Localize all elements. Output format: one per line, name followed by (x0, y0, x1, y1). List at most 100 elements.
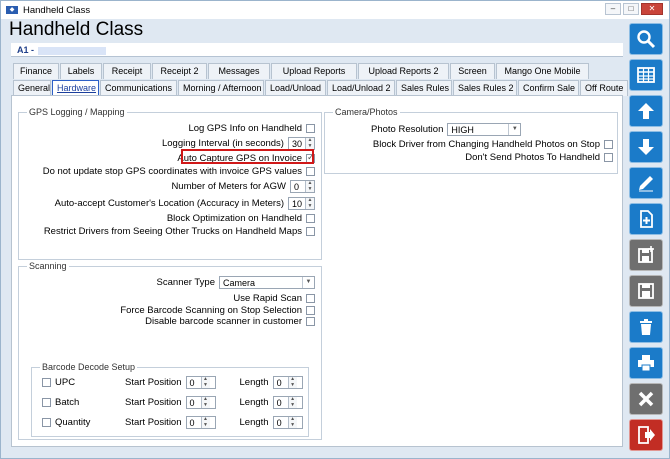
grid-view-button[interactable] (629, 59, 663, 91)
app-window: ◆ Handheld Class – □ ✕ Handheld Class A1… (0, 0, 670, 459)
length-label: Length (239, 377, 269, 388)
scanner-type-row: Scanner Type Camera ▼ (157, 276, 315, 289)
restrict-drivers-row: Restrict Drivers from Seeing Other Truck… (44, 226, 315, 237)
spinner-arrows-icon[interactable]: ▲ ▼ (305, 197, 314, 209)
dont-send-checkbox[interactable] (604, 153, 613, 162)
length-label: Length (239, 397, 269, 408)
spinner-arrows-icon[interactable]: ▲ ▼ (200, 396, 210, 408)
edit-button[interactable] (629, 167, 663, 199)
tab-communications[interactable]: Communications (100, 80, 177, 96)
batch-checkbox[interactable] (42, 398, 51, 407)
scanner-type-select[interactable]: Camera ▼ (219, 276, 315, 289)
minimize-button[interactable]: – (605, 3, 621, 15)
tab-morning-afternoon[interactable]: Morning / Afternoon (178, 80, 264, 96)
restrict-drivers-checkbox[interactable] (306, 227, 315, 236)
tab-load-unload-2[interactable]: Load/Unload 2 (327, 80, 395, 96)
tab-receipt[interactable]: Receipt (103, 63, 151, 79)
block-driver-checkbox[interactable] (604, 140, 613, 149)
tab-mango-one-mobile[interactable]: Mango One Mobile (496, 63, 589, 79)
grid-icon (637, 67, 655, 83)
barcode-row-upc: UPC Start Position 0 ▲ ▼ Length 0 ▲ ▼ (42, 376, 303, 389)
disable-scanner-checkbox[interactable] (306, 317, 315, 326)
gps-group: GPS Logging / Mapping Log GPS Info on Ha… (18, 107, 322, 260)
upc-checkbox[interactable] (42, 378, 51, 387)
tab-messages[interactable]: Messages (208, 63, 270, 79)
tab-load-unload[interactable]: Load/Unload (265, 80, 326, 96)
highlight-annotation (181, 149, 314, 164)
arrow-up-icon (638, 103, 654, 119)
meters-agw-value: 0 (294, 181, 300, 192)
scanner-type-value: Camera (223, 277, 256, 288)
close-window-button[interactable]: ✕ (641, 3, 663, 15)
rapid-scan-row: Use Rapid Scan (233, 293, 315, 304)
tab-finance[interactable]: Finance (13, 63, 59, 79)
quantity-checkbox[interactable] (42, 418, 51, 427)
spinner-arrows-icon[interactable]: ▲ ▼ (305, 137, 314, 149)
pencil-icon (639, 176, 653, 192)
trash-icon (640, 319, 652, 335)
photo-resolution-label: Photo Resolution (371, 124, 444, 135)
spinner-arrows-icon[interactable]: ▲ ▼ (305, 180, 314, 192)
log-gps-checkbox[interactable] (306, 124, 315, 133)
spinner-arrows-icon[interactable]: ▲ ▼ (287, 396, 297, 408)
chevron-down-icon[interactable]: ▼ (508, 124, 520, 135)
rapid-scan-checkbox[interactable] (306, 294, 315, 303)
delete-button[interactable] (629, 311, 663, 343)
print-button[interactable] (629, 347, 663, 379)
batch-label: Batch (55, 397, 80, 408)
tab-confirm-sale[interactable]: Confirm Sale (518, 80, 579, 96)
tab-sales-rules[interactable]: Sales Rules (396, 80, 452, 96)
tab-hardware[interactable]: Hardware (52, 80, 99, 96)
no-update-stop-checkbox[interactable] (306, 167, 315, 176)
batch-start-spinner[interactable]: 0 ▲ ▼ (185, 396, 216, 409)
spinner-arrows-icon[interactable]: ▲ ▼ (200, 376, 210, 388)
print-icon (638, 355, 654, 372)
scanning-legend: Scanning (27, 261, 69, 271)
tab-upload-reports[interactable]: Upload Reports (271, 63, 357, 79)
tab-general[interactable]: General (13, 80, 51, 96)
tab-sales-rules-2[interactable]: Sales Rules 2 (453, 80, 517, 96)
maximize-button[interactable]: □ (623, 3, 639, 15)
logging-interval-label: Logging Interval (in seconds) (161, 138, 284, 149)
block-optimization-row: Block Optimization on Handheld (167, 213, 315, 224)
move-up-button[interactable] (629, 95, 663, 127)
exit-button[interactable] (629, 419, 663, 451)
record-name-redacted (38, 46, 107, 55)
meters-agw-spinner[interactable]: 0 ▲ ▼ (290, 180, 315, 193)
quantity-length-spinner[interactable]: 0 ▲ ▼ (272, 416, 303, 429)
tab-row-2: General Hardware Communications Morning … (13, 80, 629, 96)
window-title: Handheld Class (23, 4, 91, 16)
save-button[interactable] (629, 275, 663, 307)
batch-start-value: 0 (189, 397, 195, 408)
tab-off-route[interactable]: Off Route (580, 80, 628, 96)
spinner-arrows-icon[interactable]: ▲ ▼ (287, 416, 297, 428)
tab-upload-reports-2[interactable]: Upload Reports 2 (358, 63, 449, 79)
auto-accept-spinner[interactable]: 10 ▲ ▼ (287, 197, 315, 210)
upc-start-spinner[interactable]: 0 ▲ ▼ (185, 376, 216, 389)
quantity-length-value: 0 (276, 417, 282, 428)
batch-length-value: 0 (276, 397, 282, 408)
search-button[interactable] (629, 23, 663, 55)
force-barcode-checkbox[interactable] (306, 306, 315, 315)
photo-resolution-row: Photo Resolution HIGH ▼ (371, 123, 522, 136)
batch-length-spinner[interactable]: 0 ▲ ▼ (272, 396, 303, 409)
move-down-button[interactable] (629, 131, 663, 163)
force-barcode-row: Force Barcode Scanning on Stop Selection (120, 305, 315, 316)
block-optimization-checkbox[interactable] (306, 214, 315, 223)
start-position-label: Start Position (125, 417, 182, 428)
quantity-start-spinner[interactable]: 0 ▲ ▼ (185, 416, 216, 429)
new-record-button[interactable] (629, 203, 663, 235)
spinner-arrows-icon[interactable]: ▲ ▼ (287, 376, 297, 388)
dont-send-label: Don't Send Photos To Handheld (465, 152, 600, 163)
tab-screen[interactable]: Screen (450, 63, 495, 79)
chevron-down-icon[interactable]: ▼ (302, 277, 314, 288)
save-new-button[interactable] (629, 239, 663, 271)
tab-labels[interactable]: Labels (60, 63, 102, 79)
photo-resolution-select[interactable]: HIGH ▼ (447, 123, 522, 136)
tab-receipt-2[interactable]: Receipt 2 (152, 63, 207, 79)
quantity-label: Quantity (55, 417, 91, 428)
log-gps-label: Log GPS Info on Handheld (188, 123, 302, 134)
upc-length-spinner[interactable]: 0 ▲ ▼ (272, 376, 303, 389)
spinner-arrows-icon[interactable]: ▲ ▼ (200, 416, 210, 428)
cancel-button[interactable] (629, 383, 663, 415)
